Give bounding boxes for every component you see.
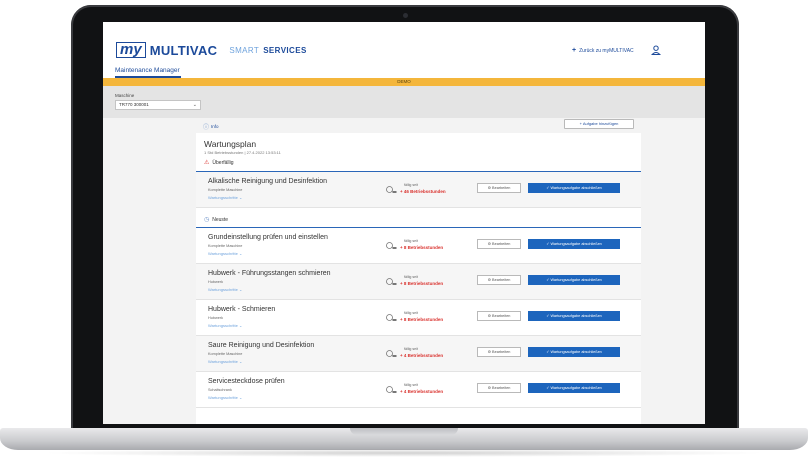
complete-task-button[interactable]: ✓ Wartungsaufgabe abschließen	[528, 383, 620, 393]
task-steps-link[interactable]: Wartungsschritte ⌄	[208, 395, 242, 400]
camera	[403, 13, 408, 18]
task-name: Alkalische Reinigung und Desinfektion	[208, 178, 328, 185]
warning-icon: ⚠	[204, 160, 210, 166]
due-label: fällig seit	[404, 239, 418, 243]
operating-hours-icon	[386, 386, 397, 393]
group-overdue-label: Überfällig	[212, 159, 234, 166]
info-link[interactable]: ⓘ Info	[203, 122, 219, 131]
add-task-label: Aufgabe hinzufügen	[582, 121, 619, 126]
machine-select[interactable]: TR770 300001 ⌄	[115, 100, 201, 110]
complete-task-button[interactable]: ✓ Wartungsaufgabe abschließen	[528, 347, 620, 357]
edit-button[interactable]: ⚙ Bearbeiten	[477, 347, 521, 357]
operating-hours-icon	[386, 242, 397, 249]
task-steps-link[interactable]: Wartungsschritte ⌄	[208, 359, 242, 364]
due-label: fällig seit	[404, 183, 418, 187]
tab-maintenance-manager[interactable]: Maintenance Manager	[115, 67, 180, 74]
task-row: Saure Reinigung und Desinfektion Komplet…	[196, 336, 641, 372]
group-upcoming-label: Neuste	[212, 216, 229, 223]
task-component: Schaltschrank	[208, 388, 232, 392]
task-component: Komplette Maschine	[208, 188, 243, 192]
complete-task-button[interactable]: ✓ Wartungsaufgabe abschließen	[528, 239, 620, 249]
operating-hours-icon	[386, 350, 397, 357]
logo-brand: MULTIVAC	[149, 42, 218, 58]
logo-services: SERVICES	[263, 45, 307, 55]
complete-task-button[interactable]: ✓ Wartungsaufgabe abschließen	[528, 311, 620, 321]
edit-button[interactable]: ⚙ Bearbeiten	[477, 275, 521, 285]
edit-button[interactable]: ⚙ Bearbeiten	[477, 239, 521, 249]
task-row: Hubwerk - Führungsstangen schmieren Hubw…	[196, 264, 641, 300]
due-value: + 4 Betriebsstunden	[400, 353, 444, 358]
task-steps-link[interactable]: Wartungsschritte ⌄	[208, 287, 242, 292]
laptop-shadow	[40, 449, 768, 457]
group-upcoming-heading: ◷ Neuste	[204, 216, 229, 224]
machine-selected-value: TR770 300001	[119, 102, 149, 107]
due-label: fällig seit	[404, 275, 418, 279]
due-value: + 8 Betriebsstunden	[400, 245, 444, 250]
plan-subtitle: 1 Std Betriebsstunden | 27.4.2022 13:53:…	[204, 150, 281, 155]
task-row: Alkalische Reinigung und Desinfektion Ko…	[196, 172, 641, 208]
multivac-logo[interactable]: my MULTIVAC SMART SERVICES	[116, 42, 307, 58]
due-value: + 4 Betriebsstunden	[400, 389, 444, 394]
due-value: + 46 Betriebsstunden	[400, 189, 446, 194]
task-name: Hubwerk - Schmieren	[208, 306, 276, 313]
back-to-mymultivac-link[interactable]: + Zurück zu myMULTIVAC	[572, 47, 634, 54]
laptop-screen: my MULTIVAC SMART SERVICES + Zurück zu m…	[103, 22, 705, 424]
plan-title: Wartungsplan	[204, 139, 257, 149]
task-steps-link[interactable]: Wartungsschritte ⌄	[208, 195, 242, 200]
due-label: fällig seit	[404, 383, 418, 387]
task-component: Hubwerk	[208, 280, 223, 284]
task-component: Hubwerk	[208, 316, 223, 320]
user-icon[interactable]	[651, 45, 661, 55]
demo-banner: DEMO	[103, 78, 705, 86]
task-name: Hubwerk - Führungsstangen schmieren	[208, 270, 331, 277]
task-steps-link[interactable]: Wartungsschritte ⌄	[208, 323, 242, 328]
task-component: Komplette Maschine	[208, 244, 243, 248]
task-row: Grundeinstellung prüfen und einstellen K…	[196, 228, 641, 264]
group-overdue-heading: ⚠ Überfällig	[204, 159, 234, 167]
machine-label: Maschine	[115, 93, 135, 98]
logo-my: my	[116, 42, 146, 58]
task-steps-link[interactable]: Wartungsschritte ⌄	[208, 251, 242, 256]
edit-button[interactable]: ⚙ Bearbeiten	[477, 311, 521, 321]
machine-bar: Maschine TR770 300001 ⌄	[103, 86, 705, 118]
due-label: fällig seit	[404, 311, 418, 315]
info-link-label: Info	[211, 124, 219, 129]
laptop-notch	[350, 428, 458, 435]
due-value: + 8 Betriebsstunden	[400, 317, 444, 322]
complete-task-button[interactable]: ✓ Wartungsaufgabe abschließen	[528, 183, 620, 193]
task-row: Servicesteckdose prüfen Schaltschrank Wa…	[196, 372, 641, 408]
task-name: Grundeinstellung prüfen und einstellen	[208, 234, 328, 241]
clock-icon: ◷	[204, 217, 210, 223]
maintenance-plan-panel: Wartungsplan 1 Std Betriebsstunden | 27.…	[196, 133, 641, 424]
back-link-label: Zurück zu myMULTIVAC	[579, 47, 634, 54]
task-component: Komplette Maschine	[208, 352, 243, 356]
task-name: Saure Reinigung und Desinfektion	[208, 342, 315, 349]
complete-task-button[interactable]: ✓ Wartungsaufgabe abschließen	[528, 275, 620, 285]
task-row: Hubwerk - Schmieren Hubwerk Wartungsschr…	[196, 300, 641, 336]
add-task-button[interactable]: + Aufgabe hinzufügen	[564, 119, 634, 129]
operating-hours-icon	[386, 314, 397, 321]
edit-button[interactable]: ⚙ Bearbeiten	[477, 383, 521, 393]
task-name: Servicesteckdose prüfen	[208, 378, 285, 385]
info-icon: ⓘ	[203, 125, 210, 131]
app-header: my MULTIVAC SMART SERVICES + Zurück zu m…	[103, 22, 705, 78]
logo-smart: SMART	[229, 45, 260, 55]
due-label: fällig seit	[404, 347, 418, 351]
plus-icon: +	[572, 47, 577, 54]
operating-hours-icon	[386, 278, 397, 285]
operating-hours-icon	[386, 186, 397, 193]
due-value: + 8 Betriebsstunden	[400, 281, 444, 286]
edit-button[interactable]: ⚙ Bearbeiten	[477, 183, 521, 193]
chevron-down-icon: ⌄	[192, 102, 197, 108]
